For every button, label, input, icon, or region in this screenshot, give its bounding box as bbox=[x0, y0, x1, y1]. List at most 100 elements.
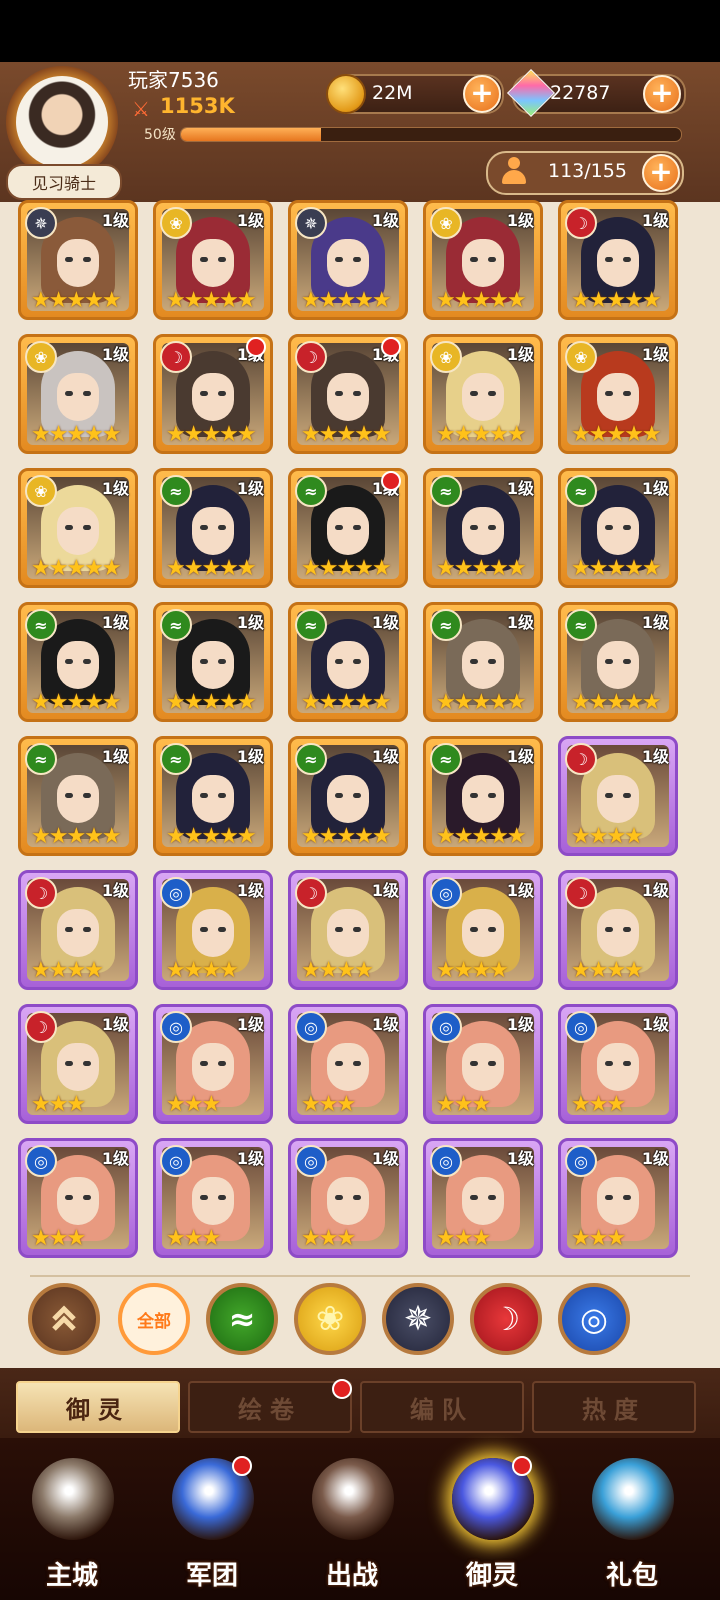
hero-card[interactable]: ◎ 1级 ★★★ bbox=[153, 1138, 273, 1258]
hero-card[interactable]: ≈1级★★★★★ bbox=[153, 468, 273, 588]
star-rating: ★★★★ bbox=[571, 958, 644, 983]
hero-card[interactable]: ≈1级★★★★★ bbox=[558, 468, 678, 588]
hero-card[interactable]: ☽ 1级 ★★★★ bbox=[558, 870, 678, 990]
hero-card[interactable]: ≈1级★★★★★ bbox=[18, 602, 138, 722]
subtab-3[interactable]: 热度 bbox=[532, 1381, 696, 1433]
rank-title-badge: 见习骑士 bbox=[6, 164, 122, 200]
hero-card[interactable]: ☽ 1级 ★★★★ bbox=[558, 736, 678, 856]
star-rating: ★★★★ bbox=[166, 958, 239, 983]
water-element-icon: ◎ bbox=[25, 1145, 57, 1177]
hero-card[interactable]: ◎ 1级 ★★★ bbox=[423, 1138, 543, 1258]
notification-dot bbox=[381, 337, 401, 357]
hero-card[interactable]: ◎ 1级 ★★★ bbox=[558, 1004, 678, 1124]
hero-card[interactable]: ✵ 1级 ★★★★★ bbox=[18, 200, 138, 320]
hero-level: 1级 bbox=[641, 211, 669, 230]
light-element-icon: ❀ bbox=[430, 207, 462, 239]
combat-power: 1153K bbox=[160, 94, 235, 118]
star-rating: ★★★★★ bbox=[571, 690, 662, 715]
light-element-icon: ❀ bbox=[160, 207, 192, 239]
hero-card[interactable]: ☽1级★★★★★ bbox=[153, 334, 273, 454]
add-coins-button[interactable]: + bbox=[463, 75, 501, 113]
fire-element-icon: ☽ bbox=[295, 877, 327, 909]
hero-card[interactable]: ≈1级★★★★★ bbox=[423, 736, 543, 856]
wind-element-icon: ≈ bbox=[565, 609, 597, 641]
hero-card[interactable]: ≈1级★★★★★ bbox=[423, 468, 543, 588]
hero-card[interactable]: ◎ 1级 ★★★ bbox=[288, 1138, 408, 1258]
expand-roster-button[interactable]: + bbox=[642, 154, 680, 192]
hero-card[interactable]: ☽ 1级 ★★★★ bbox=[288, 870, 408, 990]
star-rating: ★★★ bbox=[31, 1226, 86, 1251]
hero-card[interactable]: ☽ 1级 ★★★ bbox=[18, 1004, 138, 1124]
nav-gift-shop[interactable]: 礼包 bbox=[572, 1450, 692, 1600]
hero-level: 1级 bbox=[371, 747, 399, 766]
wind-element-icon: ≈ bbox=[295, 609, 327, 641]
star-rating: ★★★★ bbox=[301, 958, 374, 983]
hero-card[interactable]: ◎ 1级 ★★★ bbox=[558, 1138, 678, 1258]
nav-battle-gate[interactable]: 出战 bbox=[292, 1450, 412, 1600]
hero-level: 1级 bbox=[641, 881, 669, 900]
subtab-1[interactable]: 绘卷 bbox=[188, 1379, 352, 1433]
nav-castle[interactable]: 主城 bbox=[12, 1450, 132, 1600]
hero-card[interactable]: ≈1级★★★★★ bbox=[288, 602, 408, 722]
star-sigil-element-icon: ✵ bbox=[403, 1299, 433, 1339]
hero-level: 1级 bbox=[371, 1015, 399, 1034]
filter-all-button[interactable]: 全部 bbox=[118, 1283, 190, 1355]
hero-level: 1级 bbox=[506, 479, 534, 498]
water-element-icon: ◎ bbox=[295, 1011, 327, 1043]
hero-card[interactable]: ≈1级★★★★★ bbox=[288, 468, 408, 588]
nav-label: 主城 bbox=[45, 1561, 98, 1591]
hero-card[interactable]: ◎ 1级 ★★★ bbox=[153, 1004, 273, 1124]
nav-spirit-crystal[interactable]: 御灵 bbox=[432, 1450, 552, 1600]
hero-level: 1级 bbox=[371, 881, 399, 900]
fire-element-icon: ☽ bbox=[160, 341, 192, 373]
hero-card[interactable]: ❀ 1级 ★★★★★ bbox=[153, 200, 273, 320]
hero-card[interactable]: ❀ 1级 ★★★★★ bbox=[18, 468, 138, 588]
hero-level: 1级 bbox=[101, 881, 129, 900]
hero-card[interactable]: ≈1级★★★★★ bbox=[288, 736, 408, 856]
hero-card[interactable]: ≈1级★★★★★ bbox=[558, 602, 678, 722]
filter-fire-button[interactable]: ☽ bbox=[470, 1283, 542, 1355]
subtab-label: 御灵 bbox=[66, 1395, 130, 1424]
hero-card[interactable]: ≈1级★★★★★ bbox=[153, 602, 273, 722]
hero-card[interactable]: ◎ 1级 ★★★ bbox=[18, 1138, 138, 1258]
filter-water-button[interactable]: ◎ bbox=[558, 1283, 630, 1355]
hero-card[interactable]: ✵ 1级 ★★★★★ bbox=[288, 200, 408, 320]
hero-card[interactable]: ❀ 1级 ★★★★★ bbox=[423, 334, 543, 454]
wind-element-icon: ≈ bbox=[430, 743, 462, 775]
hero-card[interactable]: ◎ 1级 ★★★ bbox=[288, 1004, 408, 1124]
hero-card[interactable]: ◎ 1级 ★★★ bbox=[423, 1004, 543, 1124]
filter-light-button[interactable]: ❀ bbox=[294, 1283, 366, 1355]
hero-card[interactable]: ≈1级★★★★★ bbox=[153, 736, 273, 856]
filter-dark-button[interactable]: ✵ bbox=[382, 1283, 454, 1355]
collapse-filter-button[interactable] bbox=[28, 1283, 100, 1355]
hero-card[interactable]: ❀ 1级 ★★★★★ bbox=[558, 334, 678, 454]
divider bbox=[30, 1275, 690, 1277]
hero-card[interactable]: ❀ 1级 ★★★★★ bbox=[18, 334, 138, 454]
hero-card[interactable]: ◎ 1级 ★★★★ bbox=[423, 870, 543, 990]
star-rating: ★★★★★ bbox=[436, 288, 527, 313]
subtab-2[interactable]: 编队 bbox=[360, 1381, 524, 1433]
hero-card[interactable]: ☽1级★★★★★ bbox=[558, 200, 678, 320]
player-avatar[interactable] bbox=[6, 66, 118, 178]
nav-legion-fist[interactable]: 军团 bbox=[152, 1450, 272, 1600]
star-rating: ★★★★★ bbox=[31, 288, 122, 313]
hero-card[interactable]: ❀ 1级 ★★★★★ bbox=[423, 200, 543, 320]
star-rating: ★★★★★ bbox=[436, 556, 527, 581]
hero-card[interactable]: ☽1级★★★★★ bbox=[288, 334, 408, 454]
hero-level: 1级 bbox=[236, 881, 264, 900]
wind-element-icon: ≈ bbox=[160, 609, 192, 641]
add-gems-button[interactable]: + bbox=[643, 75, 681, 113]
subtab-0[interactable]: 御灵 bbox=[16, 1381, 180, 1433]
hero-card[interactable]: ≈1级★★★★★ bbox=[423, 602, 543, 722]
star-rating: ★★★★ bbox=[571, 824, 644, 849]
filter-wind-button[interactable]: ≈ bbox=[206, 1283, 278, 1355]
hero-card[interactable]: ◎ 1级 ★★★★ bbox=[153, 870, 273, 990]
hero-grid: ✵ 1级 ★★★★★ ❀ 1级 ★★★★★ ✵ 1级 ★★★★★ ❀ 1级 ★★★★★ ☽ 1级 ★★★★★… bbox=[18, 200, 686, 1268]
hero-level: 1级 bbox=[506, 613, 534, 632]
wave-element-icon: ◎ bbox=[580, 1300, 608, 1338]
star-rating: ★★★ bbox=[301, 1092, 356, 1117]
hero-card[interactable]: ≈1级★★★★★ bbox=[18, 736, 138, 856]
hero-card[interactable]: ☽ 1级 ★★★★ bbox=[18, 870, 138, 990]
light-element-icon: ❀ bbox=[565, 341, 597, 373]
person-icon bbox=[500, 157, 528, 185]
